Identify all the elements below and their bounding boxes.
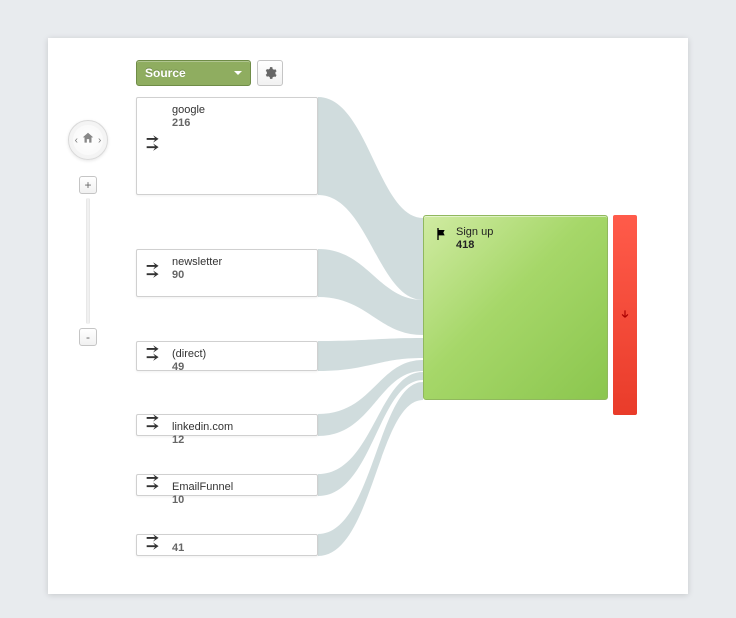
source-node[interactable]: google216 (136, 97, 318, 195)
source-value: 12 (172, 434, 309, 446)
throughput-icon (143, 343, 165, 370)
nav-home-button[interactable] (81, 131, 95, 150)
gear-icon (263, 66, 277, 80)
source-label: linkedin.com (172, 421, 309, 433)
dropoff-bar[interactable] (613, 215, 637, 415)
source-value: 10 (172, 494, 309, 506)
source-node[interactable]: linkedin.com12 (136, 414, 318, 436)
goal-value: 418 (456, 239, 597, 251)
dimension-dropdown[interactable]: Source (136, 60, 251, 86)
zoom-slider[interactable] (86, 198, 90, 324)
nav-prev-button[interactable]: ‹ (75, 135, 78, 146)
throughput-icon (143, 472, 165, 499)
source-value: 49 (172, 361, 309, 373)
zoom-out-button[interactable]: - (79, 328, 97, 346)
source-label: EmailFunnel (172, 481, 309, 493)
dimension-label: Source (145, 66, 186, 80)
flag-icon (434, 226, 450, 247)
nav-control: ‹ › (68, 120, 108, 160)
goal-node[interactable]: Sign up 418 (423, 215, 608, 400)
zoom-control: + - (79, 176, 97, 346)
throughput-icon (143, 412, 165, 439)
source-node[interactable]: EmailFunnel10 (136, 474, 318, 496)
goal-label: Sign up (456, 226, 597, 238)
source-label: (direct) (172, 348, 309, 360)
source-label: google (172, 104, 309, 116)
home-icon (81, 131, 95, 145)
source-node[interactable]: newsletter90 (136, 249, 318, 297)
throughput-icon (143, 133, 165, 160)
throughput-icon (143, 260, 165, 287)
nav-next-button[interactable]: › (98, 135, 101, 146)
settings-button[interactable] (257, 60, 283, 86)
source-node[interactable]: (direct)49 (136, 341, 318, 371)
source-value: 216 (172, 117, 309, 129)
source-value: 90 (172, 269, 309, 281)
arrow-down-icon (618, 308, 632, 322)
source-value: 41 (172, 542, 309, 554)
source-label: newsletter (172, 256, 309, 268)
flow-panel: Source ‹ › + - Sign up 418 google216 news… (48, 38, 688, 594)
throughput-icon (143, 532, 165, 559)
zoom-in-button[interactable]: + (79, 176, 97, 194)
source-node[interactable]: 41 (136, 534, 318, 556)
